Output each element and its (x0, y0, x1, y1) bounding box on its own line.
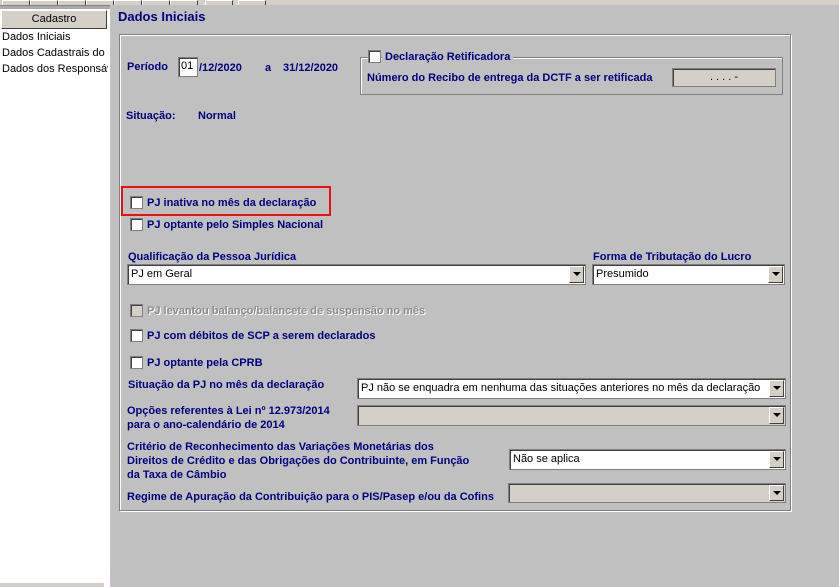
situacao-value: Normal (198, 110, 236, 122)
periodo-end-date: 31/12/2020 (283, 62, 339, 74)
retificadora-checkbox[interactable] (368, 50, 381, 63)
chevron-down-icon[interactable] (769, 485, 784, 501)
criterio-value: Não se aplica (513, 453, 580, 465)
sidebar-item-dados-cadastrais[interactable]: Dados Cadastrais do E (2, 47, 108, 59)
recibo-label: Número do Recibo de entrega da DCTF a se… (367, 72, 653, 84)
chevron-down-icon[interactable] (569, 266, 584, 283)
pj-inativa-checkbox[interactable] (130, 196, 143, 209)
situacao-pj-select[interactable]: PJ não se enquadra em nenhuma das situaç… (357, 378, 786, 399)
retificadora-label: Declaração Retificadora (382, 51, 514, 63)
chevron-down-icon[interactable] (768, 266, 783, 283)
pj-simples-checkbox[interactable] (130, 218, 143, 231)
sidebar-scrollbar[interactable] (0, 583, 104, 587)
situacao-pj-label: Situação da PJ no mês da declaração (128, 379, 325, 391)
tributacao-value: Presumido (596, 268, 649, 280)
qualificacao-value: PJ em Geral (131, 268, 193, 280)
regime-label: Regime de Apuração da Contribuição para … (127, 491, 494, 503)
toolbar-button[interactable] (2, 0, 30, 5)
pj-simples-label: PJ optante pelo Simples Nacional (147, 219, 324, 231)
page-title: Dados Iniciais (118, 9, 206, 24)
chevron-down-icon[interactable] (769, 451, 784, 468)
qualificacao-select[interactable]: PJ em Geral (127, 264, 586, 285)
qualificacao-label: Qualificação da Pessoa Jurídica (128, 251, 297, 263)
recibo-input[interactable]: . . . . - (672, 68, 776, 87)
chevron-down-icon[interactable] (769, 380, 784, 397)
chevron-down-icon[interactable] (769, 407, 784, 424)
toolbar-button[interactable] (30, 0, 58, 5)
toolbar-button[interactable] (58, 0, 86, 5)
sidebar-tab-cadastro[interactable]: Cadastro (1, 10, 107, 29)
sidebar: Cadastro Dados Iniciais Dados Cadastrais… (0, 9, 111, 587)
periodo-separator: a (265, 62, 272, 74)
criterio-select[interactable]: Não se aplica (509, 449, 786, 470)
pj-balanco-label: PJ levantou balanço/balancete de suspens… (147, 305, 426, 317)
pj-scp-checkbox[interactable] (130, 329, 143, 342)
pj-balanco-checkbox[interactable] (130, 304, 143, 317)
regime-select[interactable] (508, 483, 786, 503)
criterio-label-3: da Taxa de Câmbio (127, 469, 227, 481)
pj-cprb-checkbox[interactable] (130, 356, 143, 369)
opcoes-lei-label-1: Opções referentes à Lei nº 12.973/2014 (127, 405, 330, 417)
pj-inativa-label: PJ inativa no mês da declaração (147, 197, 317, 209)
criterio-label-2: Direitos de Crédito e das Obrigações do … (127, 455, 470, 467)
opcoes-lei-select[interactable] (357, 405, 786, 426)
tributacao-select[interactable]: Presumido (592, 264, 785, 285)
situacao-pj-value: PJ não se enquadra em nenhuma das situaç… (361, 382, 761, 394)
opcoes-lei-label-2: para o ano-calendário de 2014 (127, 419, 285, 431)
periodo-label: Período (127, 61, 168, 73)
pj-scp-label: PJ com débitos de SCP a serem declarados (147, 330, 376, 342)
sidebar-item-dados-responsaveis[interactable]: Dados dos Responsáv (2, 63, 108, 75)
pj-cprb-label: PJ optante pela CPRB (147, 357, 263, 369)
main-content: Dados Iniciais Período 01 /12/2020 a 31/… (110, 5, 839, 587)
periodo-start-date: /12/2020 (199, 62, 242, 74)
sidebar-item-dados-iniciais[interactable]: Dados Iniciais (2, 31, 108, 43)
criterio-label-1: Critério de Reconhecimento das Variações… (127, 441, 434, 453)
tributacao-label: Forma de Tributação do Lucro (593, 251, 752, 263)
periodo-day-input[interactable]: 01 (178, 57, 198, 77)
situacao-label: Situação: (126, 110, 176, 122)
